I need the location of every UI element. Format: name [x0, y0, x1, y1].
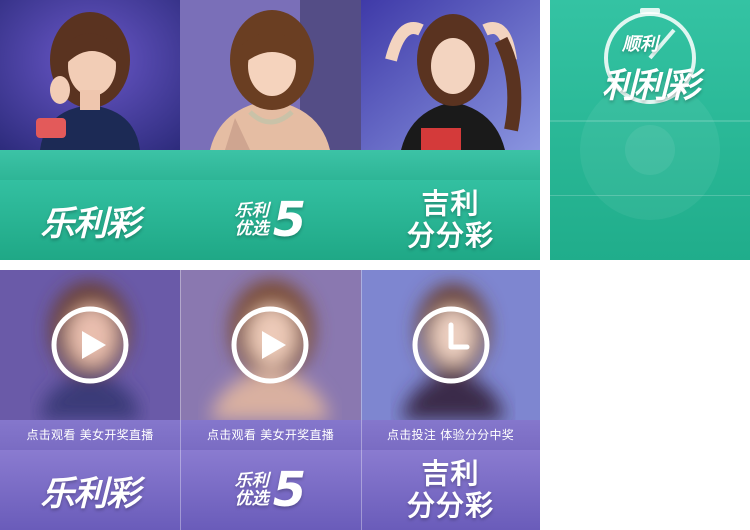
clock-icon[interactable] [411, 305, 491, 385]
lottery-logo: 吉利 分分彩 [361, 450, 540, 530]
logo-text: 分分彩 [406, 219, 494, 252]
divider [361, 270, 362, 530]
stream-caption: 点击投注 体验分分中奖 [361, 420, 540, 450]
live-stream-tile-jilifenfencai[interactable]: 点击投注 体验分分中奖 吉利 分分彩 [361, 270, 540, 530]
lottery-tile-jilifenfencai[interactable]: 吉利 分分彩 [361, 0, 540, 260]
logo-text: 利利彩 [602, 66, 700, 106]
logo-number: 5 [272, 462, 307, 518]
lottery-logo: 吉利 分分彩 [361, 180, 540, 260]
live-stream-tile-lelicai[interactable]: 点击观看 美女开奖直播 乐利彩 [0, 270, 180, 530]
lottery-tile-shunlililicai[interactable]: 顺利 利利彩 [550, 0, 750, 260]
logo-text: 分分彩 [406, 489, 494, 522]
logo-text: 乐利彩 [40, 203, 141, 244]
logo-text: 优选 [234, 489, 269, 509]
logo-text: 顺利 [622, 34, 658, 55]
tile-strip [361, 150, 540, 180]
logo-text: 吉利 [421, 457, 480, 490]
live-stream-tile-lelixuan5[interactable]: 点击观看 美女开奖直播 乐利 优选 5 [180, 270, 361, 530]
logo-text: 吉利 [421, 187, 480, 220]
logo-text: 乐利 [234, 471, 269, 491]
play-icon[interactable] [50, 305, 130, 385]
logo-text: 乐利 [234, 201, 269, 221]
stream-caption: 点击观看 美女开奖直播 [180, 420, 361, 450]
divider [180, 270, 181, 530]
lottery-logo: 乐利彩 [0, 450, 180, 530]
host-photo [180, 0, 361, 150]
lottery-tile-lelicai[interactable]: 乐利彩 [0, 0, 180, 260]
logo-text: 乐利彩 [40, 473, 141, 514]
lottery-logo: 乐利 优选 5 [180, 450, 361, 530]
host-photo [0, 0, 180, 150]
lottery-logo: 乐利彩 [0, 180, 180, 260]
lottery-tile-lelixuan5[interactable]: 乐利 优选 5 [180, 0, 361, 260]
logo-text: 优选 [234, 219, 269, 239]
lottery-logo: 乐利 优选 5 [180, 180, 361, 260]
host-photo [361, 0, 540, 150]
stream-caption: 点击观看 美女开奖直播 [0, 420, 180, 450]
logo-number: 5 [272, 192, 307, 248]
lottery-logo: 顺利 利利彩 [550, 12, 750, 107]
tile-strip [0, 150, 180, 180]
play-icon[interactable] [230, 305, 310, 385]
tile-strip [180, 150, 361, 180]
